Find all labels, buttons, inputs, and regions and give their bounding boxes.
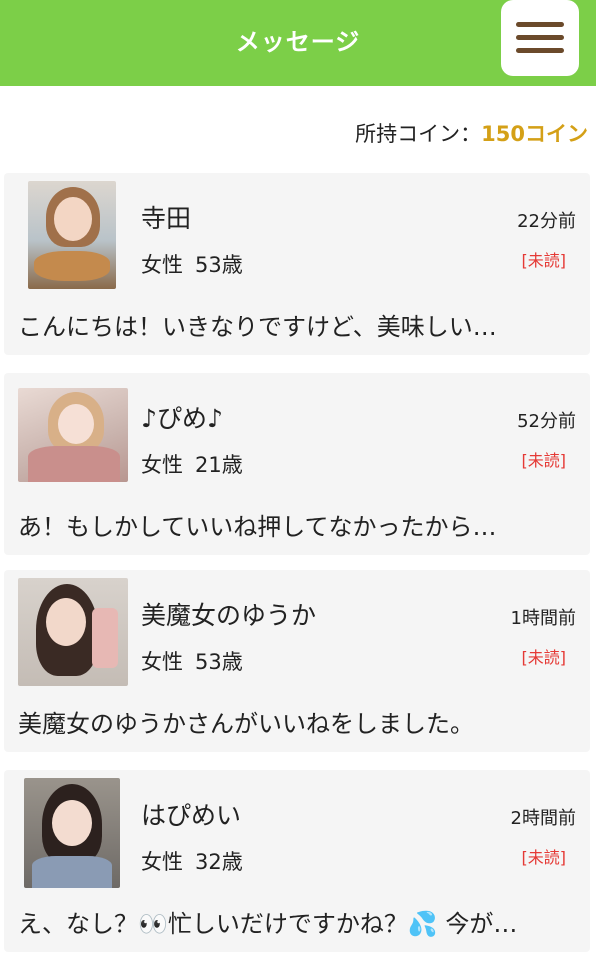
sender-age: 53歳: [195, 650, 243, 674]
avatar[interactable]: [18, 388, 128, 482]
sender-profile: 女性 21歳: [141, 449, 243, 479]
unread-badge: [未読]: [521, 451, 567, 470]
message-item[interactable]: 寺田 女性 53歳 22分前 [未読] こんにちは！いきなりですけど、美味しい…: [4, 173, 590, 355]
unread-badge: [未読]: [521, 251, 567, 270]
unread-badge: [未読]: [521, 648, 567, 667]
message-item[interactable]: はぴめい 女性 32歳 2時間前 [未読] え、なし？👀忙しいだけですかね？💦 今…: [4, 770, 590, 952]
message-item[interactable]: ♪ぴめ♪ 女性 21歳 52分前 [未読] あ！もしかしていいね押してなかったから…: [4, 373, 590, 555]
sender-name: ♪ぴめ♪: [141, 404, 223, 433]
message-time: 1時間前: [510, 608, 576, 629]
avatar[interactable]: [18, 578, 128, 686]
message-preview: 美魔女のゆうかさんがいいねをしました。: [18, 710, 474, 738]
sender-name: 寺田: [141, 204, 192, 233]
menu-icon: [516, 22, 564, 27]
menu-icon-bar: [516, 35, 564, 40]
sender-name: 美魔女のゆうか: [141, 601, 317, 630]
sender-gender: 女性: [141, 453, 183, 477]
sender-age: 21歳: [195, 453, 243, 477]
avatar[interactable]: [24, 778, 120, 888]
app-header: メッセージ: [0, 0, 596, 86]
message-preview: え、なし？👀忙しいだけですかね？💦 今が…: [18, 910, 518, 938]
sender-profile: 女性 53歳: [141, 646, 243, 676]
sender-gender: 女性: [141, 650, 183, 674]
sender-age: 53歳: [195, 253, 243, 277]
sender-gender: 女性: [141, 850, 183, 874]
message-time: 52分前: [517, 411, 576, 432]
menu-icon-bar: [516, 48, 564, 53]
coin-label: 所持コイン：: [355, 122, 482, 146]
coin-amount: 150コイン: [481, 122, 588, 146]
hamburger-menu-button[interactable]: [501, 0, 579, 76]
sender-profile: 女性 32歳: [141, 846, 243, 876]
message-preview: こんにちは！いきなりですけど、美味しい…: [18, 313, 497, 341]
message-item[interactable]: 美魔女のゆうか 女性 53歳 1時間前 [未読] 美魔女のゆうかさんがいいねをしま…: [4, 570, 590, 752]
sender-gender: 女性: [141, 253, 183, 277]
coin-balance: 所持コイン：150コイン: [355, 118, 588, 148]
message-time: 22分前: [517, 211, 576, 232]
avatar[interactable]: [28, 181, 116, 289]
message-time: 2時間前: [510, 808, 576, 829]
message-preview: あ！もしかしていいね押してなかったから…: [18, 513, 497, 541]
sender-name: はぴめい: [141, 801, 242, 830]
sender-age: 32歳: [195, 850, 243, 874]
unread-badge: [未読]: [521, 848, 567, 867]
sender-profile: 女性 53歳: [141, 249, 243, 279]
